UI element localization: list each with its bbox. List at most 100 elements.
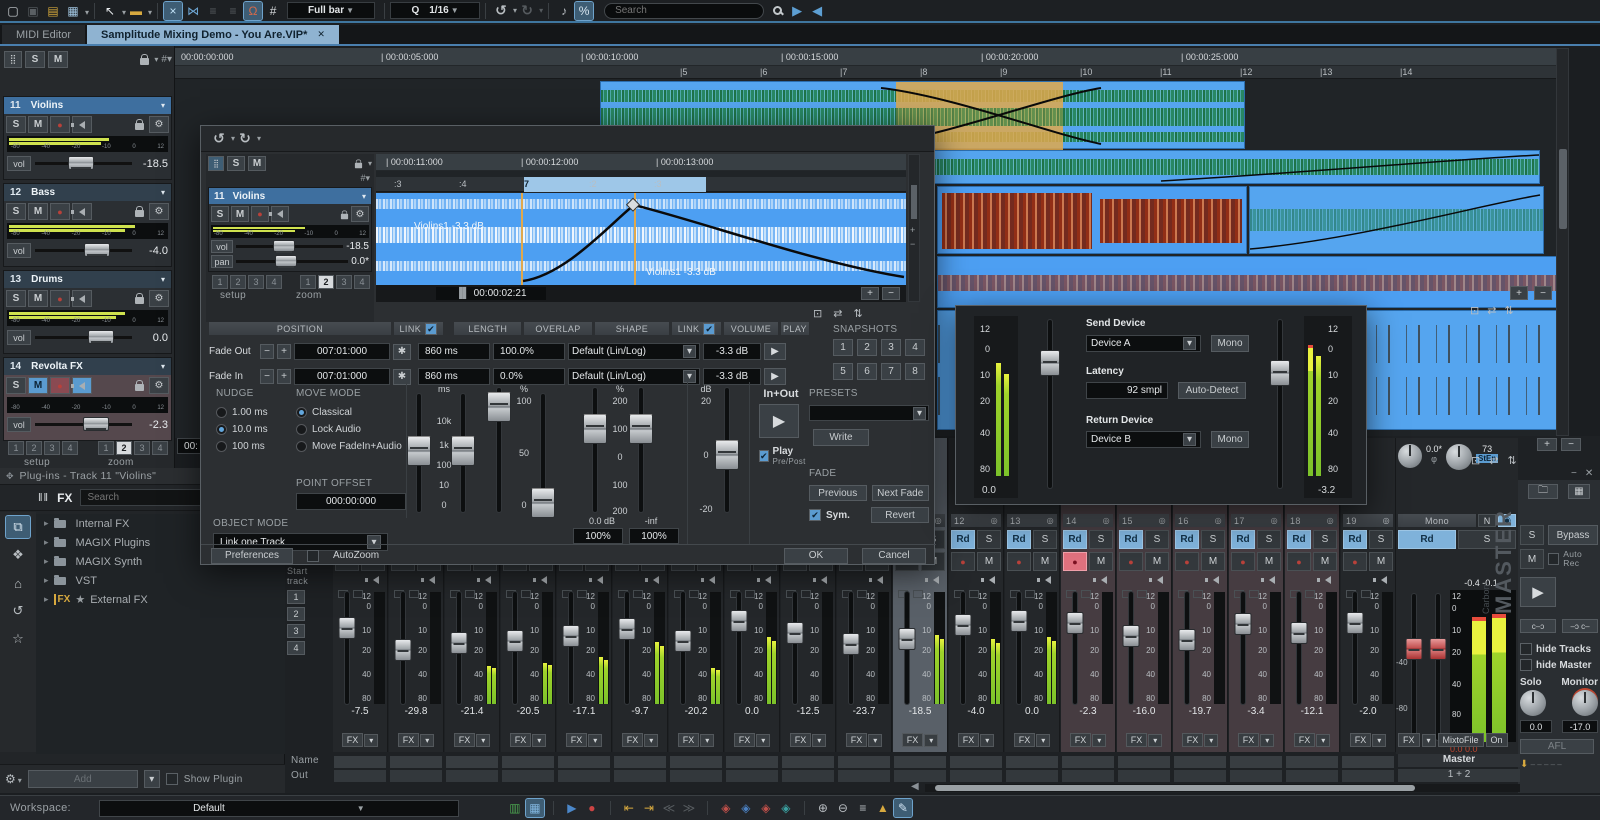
fader-handle[interactable] (339, 617, 356, 639)
record-button[interactable]: ● (50, 116, 70, 133)
volume-slider[interactable] (725, 388, 729, 512)
fader-handle[interactable] (1179, 629, 1196, 651)
mixer-toggle-icon[interactable]: ▦ (526, 799, 544, 817)
increment-button[interactable]: + (277, 369, 291, 384)
zoom-in-button[interactable]: + (1510, 286, 1528, 300)
mixer-minimize-icon[interactable]: − (1571, 468, 1577, 479)
speaker-icon[interactable] (1381, 576, 1387, 584)
fader-handle[interactable] (1123, 625, 1140, 647)
mute-button[interactable]: M (977, 552, 1001, 571)
fx-button[interactable]: FX (398, 733, 420, 747)
slider-handle[interactable] (583, 414, 607, 444)
chevron-right-icon[interactable]: ▸ (44, 594, 49, 605)
next-fade-button[interactable]: Next Fade (872, 485, 930, 501)
fadein-gain-slider[interactable] (639, 388, 643, 512)
undo-history-caret[interactable]: ▾ (513, 6, 517, 15)
fx-button[interactable]: FX (846, 733, 868, 747)
mixer-plus-button[interactable]: + (1537, 438, 1557, 451)
fader-handle[interactable] (451, 632, 468, 654)
fader-handle[interactable] (787, 622, 804, 644)
channel-fader[interactable] (737, 592, 741, 704)
collapse-icon[interactable]: ▾ (161, 362, 165, 371)
snapshot-button-2[interactable]: 2 (857, 339, 877, 356)
channel-fader[interactable] (1073, 592, 1077, 704)
start-track-button-4[interactable]: 4 (287, 641, 305, 655)
transport-console-icon[interactable]: ▶ (563, 799, 581, 817)
speaker-icon[interactable] (1213, 576, 1219, 584)
fx-gear-icon[interactable]: ⚙ (149, 116, 169, 133)
channel-fader[interactable] (793, 592, 797, 704)
fx-button[interactable]: FX (1350, 733, 1372, 747)
mute-button[interactable]: M (1313, 552, 1337, 571)
plugins-view-icon[interactable]: ❖ (6, 544, 30, 566)
track-editor-icon[interactable]: ▥ (506, 799, 524, 817)
solo-button[interactable]: S (1089, 530, 1113, 549)
redo-button[interactable]: ↻ (518, 2, 536, 20)
send-fader-right[interactable] (1278, 320, 1282, 488)
lock-icon[interactable] (355, 163, 362, 169)
solo-button[interactable]: S (1033, 530, 1057, 549)
speaker-icon[interactable] (1325, 576, 1331, 584)
read-automation-button[interactable]: Rd (1287, 530, 1311, 549)
radio-classical[interactable]: Classical (296, 407, 402, 418)
lock-icon[interactable] (135, 384, 144, 391)
send-device-select[interactable]: Device A▾ (1086, 335, 1201, 352)
ripple-all-icon[interactable]: ≡ (204, 2, 222, 20)
fader-handle[interactable] (843, 633, 860, 655)
start-track-button-1[interactable]: 1 (287, 590, 305, 604)
record-button[interactable]: ● (1287, 552, 1311, 571)
play-prepost-checkbox[interactable]: ✔ (759, 450, 769, 462)
solo-button[interactable]: S (1369, 530, 1393, 549)
decrement-button[interactable]: − (260, 344, 274, 359)
swap-h-icon[interactable]: ⇄ (1487, 304, 1496, 317)
add-plugin-button[interactable]: Add (28, 770, 138, 788)
mini-record-button[interactable]: ● (251, 206, 269, 222)
zoom-lines-icon[interactable]: ≡ (854, 799, 872, 817)
mixer-maximize-icon[interactable]: ⊡ (1471, 454, 1480, 467)
tree-item-external-fx[interactable]: ▸FX★External FX (36, 590, 285, 609)
inout-play-button[interactable]: ▶ (759, 404, 799, 438)
return-mono-button[interactable]: Mono (1211, 431, 1249, 448)
group-button-3[interactable]: 3 (134, 441, 150, 455)
fx-caret[interactable]: ▾ (476, 734, 490, 747)
fx-button[interactable]: FX (734, 733, 756, 747)
monitor-view-icon[interactable]: ⧉ (6, 516, 30, 538)
afl-button[interactable]: AFL (1520, 739, 1594, 754)
previous-fade-button[interactable]: Previous (809, 485, 867, 501)
solo-button[interactable]: S (6, 377, 26, 394)
fx-caret[interactable]: ▾ (1316, 734, 1330, 747)
track-grid-icon[interactable]: ⣿ (4, 51, 22, 68)
percent-b-field[interactable]: 100% (629, 528, 679, 544)
auto-rec-checkbox[interactable] (1548, 553, 1559, 565)
fadeout-length-slider[interactable] (417, 394, 421, 512)
track-header-bass[interactable]: 12Bass▾SM●⚙-80-40-20-10012vol-4.0 (3, 183, 172, 267)
zoom-preset-icon[interactable]: ▲ (874, 799, 892, 817)
revert-button[interactable]: Revert (871, 507, 929, 523)
fx-caret[interactable]: ▾ (868, 734, 882, 747)
audio-object[interactable] (1249, 186, 1544, 254)
fade-play-button[interactable]: ▶ (764, 368, 786, 385)
fx-button[interactable]: FX (510, 733, 532, 747)
fx-caret[interactable]: ▾ (924, 734, 938, 747)
channel-number[interactable]: 18◎ (1287, 514, 1337, 527)
vol-slider-handle[interactable] (83, 417, 109, 431)
fx-caret[interactable]: ▾ (1204, 734, 1218, 747)
read-automation-button[interactable]: Rd (1007, 530, 1031, 549)
mixer-swap-h-icon[interactable]: ⇄ (1489, 454, 1498, 467)
fx-caret[interactable]: ▾ (1260, 734, 1274, 747)
group-button-2[interactable]: 2 (318, 275, 334, 289)
fx-button[interactable]: FX (566, 733, 588, 747)
vol-slider-handle[interactable] (88, 330, 114, 344)
target-icon[interactable]: ◎ (1215, 516, 1222, 525)
group-button-2[interactable]: 2 (116, 441, 132, 455)
overlap-field[interactable]: 0.0% (493, 368, 565, 385)
hide-master-checkbox[interactable] (1520, 659, 1532, 671)
speaker-icon[interactable] (1101, 576, 1107, 584)
volume-field[interactable]: -3.3 dB (703, 368, 761, 385)
snapshot-button-7[interactable]: 7 (881, 363, 901, 380)
mini-solo-button[interactable]: S (211, 206, 229, 222)
fx-gear-icon[interactable]: ⚙ (149, 377, 169, 394)
radio-lock-audio[interactable]: Lock Audio (296, 424, 402, 435)
gear-icon[interactable]: ⚙▾ (5, 772, 22, 786)
lock-icon[interactable] (135, 210, 144, 217)
